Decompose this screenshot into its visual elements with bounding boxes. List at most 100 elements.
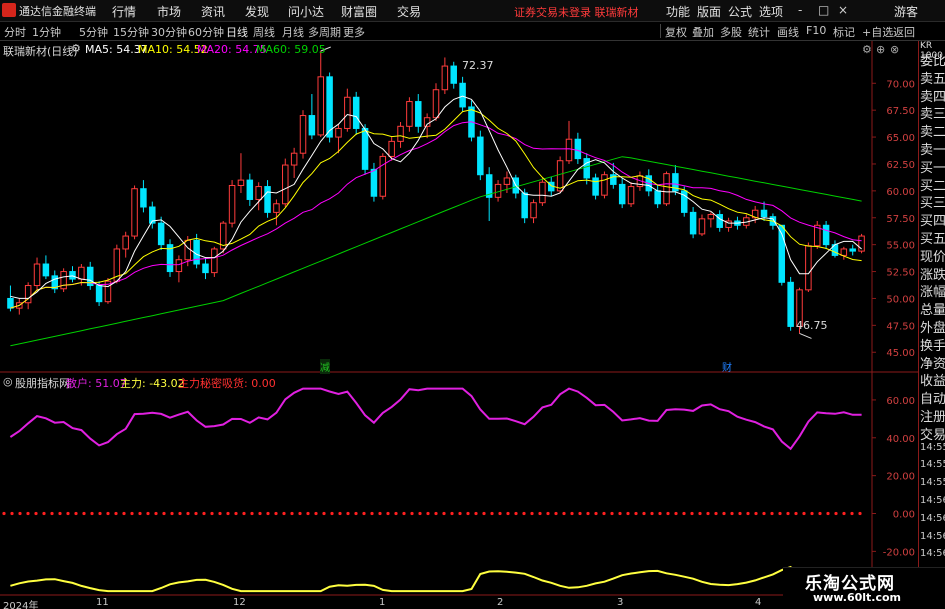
- zero-dot: [562, 511, 566, 516]
- restore-rights-button[interactable]: 复权: [665, 24, 687, 40]
- menu-trade[interactable]: 交易: [397, 3, 421, 20]
- candle: [459, 76, 466, 112]
- chart-area[interactable]: 70.00 67.50 65.00 62.50 60.00 57.50 55.00 52.50…: [0, 41, 918, 609]
- indicator-tick-label: 60.00: [886, 396, 915, 407]
- statistics-button[interactable]: 统计: [748, 24, 770, 40]
- period-60min[interactable]: 60分钟: [188, 24, 224, 40]
- mark-button[interactable]: 标记: [833, 24, 855, 40]
- quote-field-label: 买四: [920, 214, 945, 230]
- candle: [290, 147, 298, 178]
- zero-dot: [474, 511, 478, 516]
- candle-body: [805, 245, 812, 291]
- period-more[interactable]: 更多: [343, 24, 365, 40]
- overlay-button[interactable]: 叠加: [692, 24, 714, 40]
- candle: [849, 244, 856, 256]
- candle-body: [530, 202, 537, 219]
- candle: [166, 239, 174, 277]
- candle-body: [397, 125, 404, 142]
- candle-body: [707, 214, 715, 220]
- guest-label[interactable]: 游客: [894, 3, 918, 20]
- period-toolbar: 分时 1分钟 5分钟 15分钟 30分钟 60分钟 日线 周线 月线 多周期 更…: [0, 22, 945, 41]
- candle-body: [264, 186, 271, 213]
- candle: [264, 180, 271, 218]
- menu-formula[interactable]: 公式: [728, 3, 752, 20]
- menu-market-quote[interactable]: 行情: [112, 3, 136, 20]
- quote-field-label: 买一: [920, 160, 945, 176]
- candle: [308, 94, 316, 140]
- kline-chart[interactable]: 70.00 67.50 65.00 62.50 60.00 57.50 55.00 52.50…: [0, 41, 918, 609]
- indicator-layer: [2, 387, 862, 593]
- price-tick-label: 55.00: [886, 241, 915, 252]
- menu-wealth-circle[interactable]: 财富圈: [341, 3, 377, 20]
- candle-body: [521, 192, 528, 219]
- period-multi[interactable]: 多周期: [308, 24, 341, 40]
- panel-zoom-icon[interactable]: ⊕: [876, 43, 885, 56]
- panel-close-icon[interactable]: ⊗: [890, 43, 899, 56]
- period-30min[interactable]: 30分钟: [151, 24, 187, 40]
- add-watchlist-button[interactable]: +自选: [862, 24, 893, 40]
- candle-body: [716, 214, 723, 228]
- low-price-label: 46.75: [796, 319, 828, 332]
- candle-body: [698, 218, 706, 235]
- minimize-button[interactable]: -: [798, 3, 802, 17]
- period-timeshare[interactable]: 分时: [4, 24, 26, 40]
- settings-icon[interactable]: ⚙: [71, 42, 81, 55]
- quote-field-label[interactable]: 自动: [920, 388, 945, 407]
- multi-stock-button[interactable]: 多股: [720, 24, 742, 40]
- candle: [592, 173, 599, 200]
- quote-field-label: 卖五: [920, 71, 945, 87]
- candle: [86, 261, 94, 290]
- candle: [273, 199, 280, 226]
- candle: [689, 207, 697, 239]
- event-marker-finance[interactable]: 财: [722, 359, 732, 374]
- candle-body: [627, 186, 635, 205]
- zero-dot: [674, 511, 678, 516]
- menu-ask-xiaoda[interactable]: 问小达: [288, 3, 324, 20]
- zero-dot: [634, 511, 638, 516]
- f10-button[interactable]: F10: [806, 24, 826, 37]
- candle: [618, 177, 626, 209]
- back-button[interactable]: 返回: [893, 24, 915, 40]
- menu-discover[interactable]: 发现: [245, 3, 269, 20]
- period-1min[interactable]: 1分钟: [32, 24, 61, 40]
- menu-market[interactable]: 市场: [157, 3, 181, 20]
- time-label-2: 2: [497, 597, 504, 608]
- candle: [698, 214, 706, 237]
- candle: [477, 130, 484, 181]
- zero-dot: [482, 511, 486, 516]
- panel-settings-icon[interactable]: ⚙: [862, 43, 872, 56]
- period-5min[interactable]: 5分钟: [79, 24, 108, 40]
- quote-field-label[interactable]: 注册: [920, 406, 945, 425]
- zero-dot: [346, 511, 350, 516]
- zero-dot: [50, 511, 54, 516]
- zero-dot: [322, 511, 326, 516]
- candle: [813, 220, 821, 249]
- zero-dot: [42, 511, 46, 516]
- maximize-button[interactable]: □: [818, 3, 829, 17]
- candle: [565, 120, 573, 164]
- candle-body: [663, 173, 670, 205]
- zero-dot: [690, 511, 694, 516]
- price-tick-label: 60.00: [886, 187, 915, 198]
- candle: [228, 180, 236, 228]
- event-marker-reduce[interactable]: 减: [320, 359, 330, 374]
- period-15min[interactable]: 15分钟: [113, 24, 149, 40]
- menu-function[interactable]: 功能: [666, 3, 690, 20]
- menu-options[interactable]: 选项: [759, 3, 783, 20]
- period-monthly[interactable]: 月线: [282, 24, 304, 40]
- draw-line-button[interactable]: 画线: [777, 24, 799, 40]
- candle: [601, 171, 608, 199]
- indicator-collapse-icon[interactable]: ◎: [3, 375, 13, 388]
- app-title: 通达信金融终端: [19, 5, 96, 18]
- period-weekly[interactable]: 周线: [253, 24, 275, 40]
- zero-dot: [514, 511, 518, 516]
- menu-news[interactable]: 资讯: [201, 3, 225, 20]
- period-daily[interactable]: 日线: [226, 24, 248, 40]
- login-alert[interactable]: 证券交易未登录 联瑞新材: [514, 4, 639, 20]
- close-button[interactable]: ×: [838, 3, 848, 17]
- zero-dot: [26, 511, 30, 516]
- candle: [370, 162, 378, 202]
- menu-layout[interactable]: 版面: [697, 3, 721, 20]
- quote-field-label[interactable]: 交易: [920, 424, 945, 443]
- candle: [140, 180, 147, 213]
